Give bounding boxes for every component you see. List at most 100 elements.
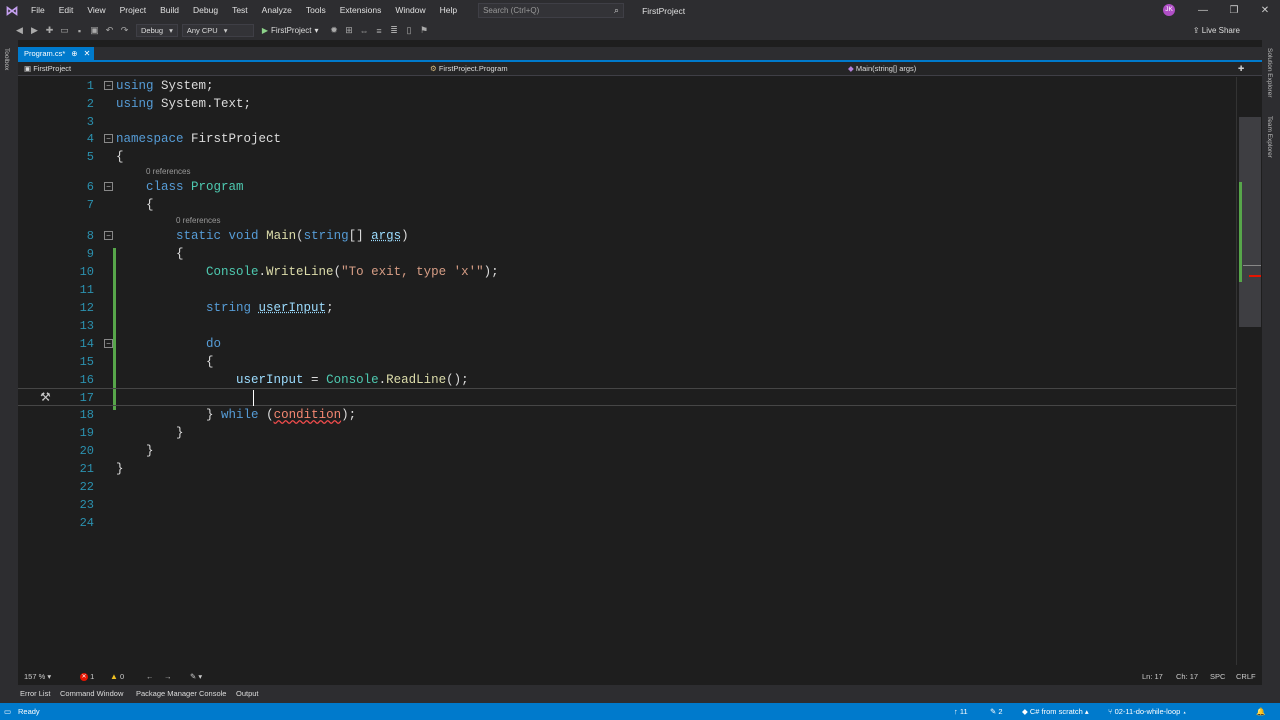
outdent-icon[interactable]: ≣: [387, 25, 402, 36]
tab-command-window[interactable]: Command Window: [60, 685, 123, 703]
menu-project[interactable]: Project: [113, 0, 153, 21]
solution-icon[interactable]: ⊞: [342, 25, 357, 36]
code-line: 14 − do: [79, 337, 222, 351]
tab-output[interactable]: Output: [236, 685, 259, 703]
status-bar: ▭ Ready ↑ 11 ✎ 2 ◆ C# from scratch ▴ ⑂ 0…: [0, 703, 1280, 720]
avatar[interactable]: JK: [1163, 4, 1175, 16]
tab-package-manager-console[interactable]: Package Manager Console: [136, 685, 226, 703]
navigation-bar: ▣ FirstProject ⚙ FirstProject.Program ◆ …: [18, 62, 1262, 76]
title-bar: ⋈ File Edit View Project Build Debug Tes…: [0, 0, 1280, 21]
code-line: 6 − class Program: [86, 180, 244, 194]
project-dropdown[interactable]: ▣ FirstProject: [24, 62, 71, 76]
pin-icon[interactable]: ⊕: [71, 47, 77, 60]
undo-icon[interactable]: ↶: [102, 25, 117, 36]
branch-select[interactable]: ⑂ 02-11-do-while-loop ▴: [1108, 703, 1187, 720]
line-number: Ln: 17: [1142, 672, 1163, 681]
split-editor-icon[interactable]: ✚: [1238, 62, 1244, 76]
close-tab-icon[interactable]: ✕: [84, 47, 91, 60]
menu-view[interactable]: View: [80, 0, 112, 21]
csharp-project-icon: ▣: [24, 64, 32, 73]
configuration-select[interactable]: Debug ▾: [136, 24, 178, 37]
tab-program-cs[interactable]: Program.cs* ⊕ ✕: [18, 47, 95, 60]
code-line: 5 {: [86, 150, 124, 164]
warning-count[interactable]: ▲ 0: [110, 670, 124, 684]
class-dropdown[interactable]: ⚙ FirstProject.Program: [430, 62, 508, 76]
toolbox-tab[interactable]: Toolbox: [3, 48, 10, 70]
pending-changes[interactable]: ✎ 2: [990, 703, 1003, 720]
forward-icon[interactable]: ▶: [27, 25, 42, 36]
menu-extensions[interactable]: Extensions: [333, 0, 389, 21]
menu-window[interactable]: Window: [388, 0, 432, 21]
warning-icon: ▲: [110, 672, 118, 681]
open-icon[interactable]: ▭: [57, 25, 72, 36]
standard-toolbar: ◀ ▶ ✚ ▭ ▪ ▣ ↶ ↷ Debug ▾ Any CPU ▾ ▶ FirstP…: [0, 21, 1280, 40]
menu-edit[interactable]: Edit: [52, 0, 81, 21]
toggle-icon[interactable]: ⇔: [357, 26, 372, 36]
bookmark-icon[interactable]: ⚑: [417, 25, 432, 36]
editor-status-bar: 157 % ▾ ✕ 1 ▲ 0 ← → ✎ ▾ Ln: 17 Ch: 17 SP…: [18, 670, 1262, 684]
code-line: 3: [86, 115, 94, 129]
start-debugging-button[interactable]: ▶ FirstProject ▾: [262, 26, 319, 35]
menu-file[interactable]: File: [24, 0, 52, 21]
comment-icon[interactable]: ▯: [402, 25, 417, 36]
tab-error-list[interactable]: Error List: [20, 685, 50, 703]
change-map-marker: [1239, 182, 1242, 282]
menu-build[interactable]: Build: [153, 0, 186, 21]
whitespace-mode[interactable]: SPC: [1210, 670, 1225, 684]
code-editor[interactable]: 1 − using System; 2 using System.Text; 3…: [18, 77, 1236, 665]
cleanup-icon[interactable]: ✎ ▾: [190, 670, 202, 684]
branch-icon: ⑂: [1108, 707, 1113, 716]
unpushed-commits[interactable]: ↑ 11: [954, 703, 968, 720]
collapse-icon[interactable]: −: [104, 81, 113, 90]
back-icon[interactable]: ◀: [12, 25, 27, 36]
chevron-down-icon: ▾: [223, 26, 228, 35]
notifications-icon[interactable]: 🔔: [1256, 703, 1265, 720]
redo-icon[interactable]: ↷: [117, 25, 132, 36]
team-explorer-tab[interactable]: Team Explorer: [1266, 116, 1273, 158]
codelens-references[interactable]: 0 references: [146, 167, 190, 176]
collapse-icon[interactable]: −: [104, 231, 113, 240]
hot-reload-icon[interactable]: ✹: [327, 25, 342, 36]
scrollbar-thumb[interactable]: [1239, 117, 1261, 327]
live-share-button[interactable]: ⇪ Live Share: [1193, 26, 1240, 35]
code-line: 8 − static void Main(string[] args): [86, 229, 409, 243]
indent-icon[interactable]: ≡: [372, 26, 387, 36]
pencil-icon: ✎: [990, 707, 997, 716]
menu-help[interactable]: Help: [433, 0, 464, 21]
solution-explorer-tab[interactable]: Solution Explorer: [1266, 48, 1273, 98]
collapse-icon[interactable]: −: [104, 134, 113, 143]
error-count[interactable]: ✕ 1: [80, 670, 94, 684]
vertical-scrollbar[interactable]: [1236, 77, 1262, 665]
save-icon[interactable]: ▪: [72, 26, 87, 36]
menu-debug[interactable]: Debug: [186, 0, 225, 21]
search-input[interactable]: Search (Ctrl+Q) ⌕: [478, 3, 625, 18]
repository-select[interactable]: ◆ C# from scratch ▴: [1022, 703, 1089, 720]
menu-test[interactable]: Test: [225, 0, 255, 21]
code-line: 7 {: [86, 198, 154, 212]
code-line: 11: [79, 283, 94, 297]
code-line: 23: [79, 498, 94, 512]
zoom-select[interactable]: 157 % ▾: [24, 670, 51, 684]
member-dropdown[interactable]: ◆ Main(string[] args): [848, 62, 916, 76]
platform-select[interactable]: Any CPU ▾: [181, 24, 254, 37]
new-project-icon[interactable]: ✚: [42, 25, 57, 36]
code-line: 19 }: [79, 426, 184, 440]
minimize-icon[interactable]: —: [1188, 0, 1218, 21]
menu-tools[interactable]: Tools: [299, 0, 333, 21]
codelens-references[interactable]: 0 references: [176, 216, 220, 225]
menu-analyze[interactable]: Analyze: [255, 0, 299, 21]
code-line: 2 using System.Text;: [86, 97, 252, 111]
code-line: 22: [79, 480, 94, 494]
code-line: 18 } while (condition);: [79, 408, 357, 422]
quick-actions-icon[interactable]: ⚒: [40, 390, 51, 404]
next-issue-icon[interactable]: →: [164, 670, 172, 684]
share-icon: ⇪: [1192, 26, 1200, 35]
line-ending-mode[interactable]: CRLF: [1236, 670, 1256, 684]
save-all-icon[interactable]: ▣: [87, 25, 102, 36]
restore-icon[interactable]: ❐: [1219, 0, 1249, 21]
close-icon[interactable]: ✕: [1250, 0, 1280, 21]
collapse-icon[interactable]: −: [104, 339, 113, 348]
previous-issue-icon[interactable]: ←: [146, 670, 154, 684]
collapse-icon[interactable]: −: [104, 182, 113, 191]
code-line: 9 {: [86, 247, 184, 261]
